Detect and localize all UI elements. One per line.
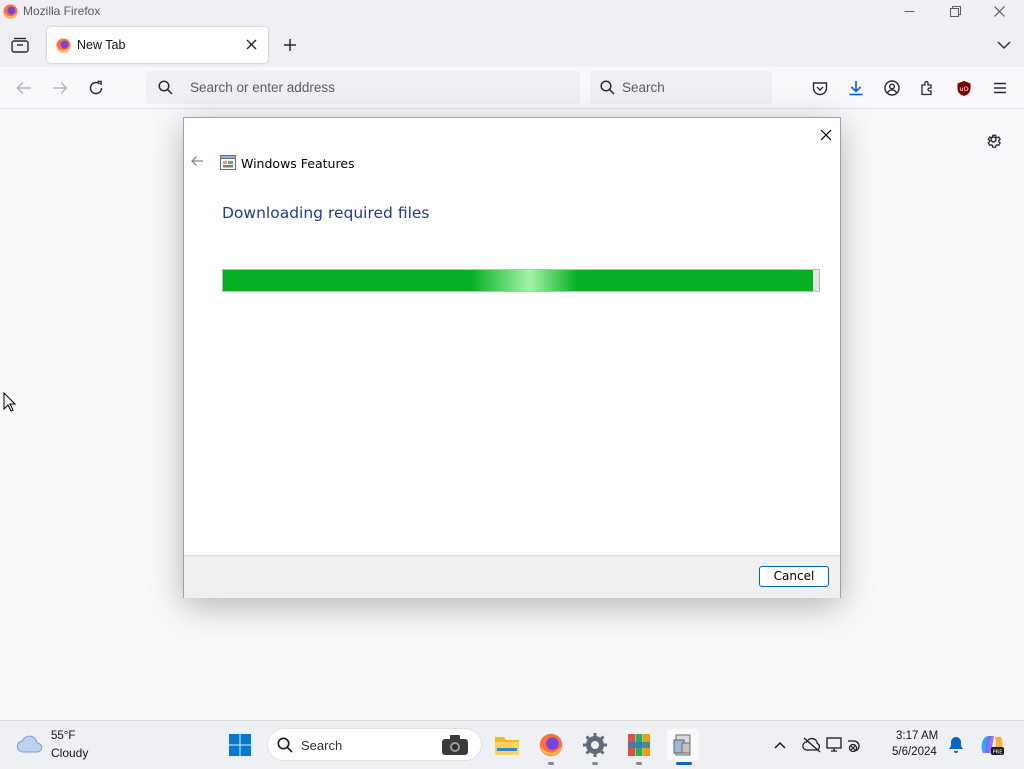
reload-icon: [88, 80, 104, 96]
account-icon: [884, 80, 900, 96]
back-icon: [190, 155, 206, 167]
forward-icon: [52, 81, 68, 95]
app-menu-button[interactable]: [988, 76, 1012, 100]
taskbar-windows-features[interactable]: [667, 729, 699, 761]
network-tray-button[interactable]: [826, 729, 862, 761]
notifications-button[interactable]: [940, 729, 972, 761]
file-explorer-icon: [494, 734, 520, 756]
windows-features-dialog: Windows Features Downloading required fi…: [183, 117, 841, 598]
search-icon: [600, 80, 615, 95]
pocket-button[interactable]: [808, 76, 832, 100]
cancel-button[interactable]: Cancel: [759, 566, 829, 587]
notification-bell-icon: [948, 736, 964, 754]
tab-overview-button[interactable]: [8, 33, 32, 57]
taskbar-settings[interactable]: [579, 729, 611, 761]
new-tab-settings-button[interactable]: [981, 127, 1005, 151]
dialog-footer: Cancel: [184, 555, 840, 598]
firefox-icon: [539, 733, 563, 757]
mouse-pointer-icon: [3, 392, 16, 412]
taskbar-search-label: Search: [301, 738, 343, 753]
pocket-icon: [812, 81, 828, 96]
dialog-heading: Downloading required files: [222, 204, 430, 222]
svg-text:PRE: PRE: [992, 749, 1002, 755]
minimize-button[interactable]: [886, 0, 932, 23]
weather-widget[interactable]: 55°F Cloudy: [8, 725, 98, 765]
windows-features-icon: [220, 155, 236, 170]
camera-icon: [441, 734, 469, 756]
svg-text:uO: uO: [959, 85, 968, 93]
tab-label: New Tab: [77, 38, 126, 52]
clock-button[interactable]: 3:17 AM 5/6/2024: [884, 725, 944, 765]
account-button[interactable]: [880, 76, 904, 100]
installer-icon: [672, 733, 694, 757]
extensions-button[interactable]: [916, 76, 940, 100]
address-bar-placeholder: Search or enter address: [190, 80, 335, 95]
downloads-button[interactable]: [844, 76, 868, 100]
close-icon: [820, 129, 832, 141]
windows-features-active-indicator: [676, 762, 692, 765]
taskbar-firefox[interactable]: [535, 729, 567, 761]
downloads-icon: [848, 80, 864, 96]
settings-icon: [583, 733, 607, 757]
minimize-icon: [904, 6, 915, 17]
search-icon: [277, 737, 293, 753]
show-hidden-icons-button[interactable]: [764, 729, 796, 761]
ublock-icon: uO: [956, 80, 972, 97]
list-all-tabs-button[interactable]: [992, 33, 1016, 57]
settings-running-indicator: [592, 762, 598, 765]
back-icon: [16, 81, 32, 95]
ublock-button[interactable]: uO: [952, 76, 976, 100]
cloud-offline-icon: [802, 737, 822, 753]
taskbar: 55°F Cloudy Search 3:17 AM 5/6/2024 PRE: [0, 720, 1024, 769]
office-icon: [627, 733, 651, 757]
firefox-icon: [3, 4, 18, 19]
window-title: Mozilla Firefox: [23, 4, 101, 18]
new-tab-button[interactable]: [278, 33, 302, 57]
tab-new-tab[interactable]: New Tab: [47, 27, 268, 63]
firefox-running-indicator: [548, 762, 554, 765]
download-progress-bar: [222, 269, 820, 292]
search-bar[interactable]: Search: [590, 71, 772, 104]
dialog-title: Windows Features: [241, 156, 355, 171]
clock-date: 5/6/2024: [892, 746, 937, 758]
close-window-button[interactable]: [976, 0, 1022, 23]
copilot-icon: PRE: [979, 733, 1005, 757]
restore-icon: [949, 6, 961, 17]
gear-icon: [985, 131, 1002, 148]
firefox-icon: [56, 38, 71, 53]
weather-cloud-icon: [16, 734, 44, 754]
taskbar-file-explorer[interactable]: [491, 729, 523, 761]
address-bar[interactable]: Search or enter address: [146, 71, 580, 104]
list-all-tabs-icon: [997, 41, 1011, 50]
search-bar-placeholder: Search: [622, 80, 665, 95]
office-running-indicator: [636, 762, 642, 765]
weather-condition: Cloudy: [51, 746, 89, 760]
dialog-back-button[interactable]: [190, 155, 206, 169]
taskbar-office[interactable]: [623, 729, 655, 761]
onedrive-tray-button[interactable]: [796, 729, 828, 761]
close-tab-button[interactable]: [246, 39, 257, 50]
add-tab-icon: [283, 38, 297, 52]
title-bar: [0, 0, 1024, 23]
taskbar-search-box[interactable]: Search: [267, 728, 482, 761]
copilot-button[interactable]: PRE: [976, 729, 1008, 761]
chevron-up-icon: [774, 741, 786, 749]
restore-button[interactable]: [932, 0, 978, 23]
search-icon: [158, 80, 173, 95]
download-progress-fill: [223, 270, 814, 291]
start-button[interactable]: [224, 729, 256, 761]
menu-icon: [993, 82, 1007, 94]
close-icon: [246, 39, 257, 50]
reload-button[interactable]: [84, 76, 108, 100]
back-button[interactable]: [12, 76, 36, 100]
network-icon: [826, 736, 862, 754]
extensions-icon: [920, 80, 936, 96]
forward-button[interactable]: [48, 76, 72, 100]
dialog-close-button[interactable]: [816, 125, 836, 145]
close-icon: [993, 6, 1005, 17]
tab-overview-icon: [11, 37, 29, 53]
clock-time: 3:17 AM: [896, 730, 939, 742]
windows-start-icon: [228, 733, 252, 757]
weather-temperature: 55°F: [51, 730, 76, 742]
